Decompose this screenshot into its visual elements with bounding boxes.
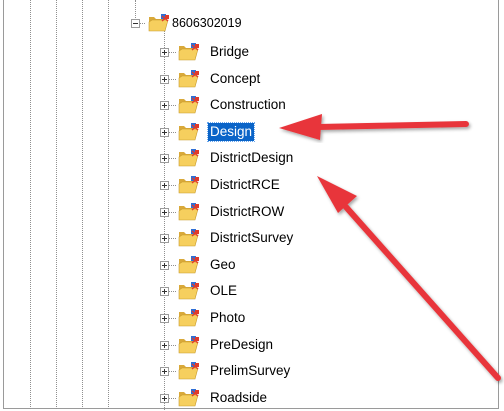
arrow-to-districtrce <box>317 176 501 381</box>
arrow-to-design <box>279 114 469 140</box>
annotation-arrows <box>279 114 501 381</box>
